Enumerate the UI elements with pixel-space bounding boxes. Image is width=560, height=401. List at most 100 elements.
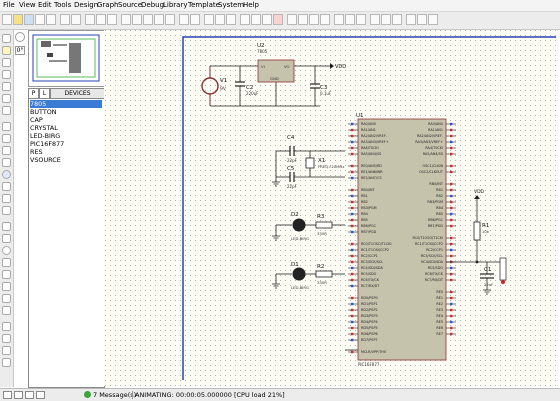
u1-pin-label: RE1/AN6/WR [361,170,383,174]
grid-icon[interactable] [96,14,106,25]
device-item-crystal[interactable]: CRYSTAL [30,124,58,132]
area-icon[interactable] [71,14,81,25]
voltage-probe-icon[interactable] [2,182,11,191]
print-icon[interactable] [60,14,70,25]
pause-button[interactable] [25,391,34,399]
device-item-res[interactable]: RES [30,148,43,156]
menu-graph[interactable]: Graph [97,1,118,9]
play-button[interactable] [3,391,12,399]
redo-icon[interactable] [190,14,200,25]
search-tag-icon[interactable] [345,14,355,25]
menu-system[interactable]: System [218,1,244,9]
menu-view[interactable]: View [19,1,36,9]
u1-pin-label: RB5 [361,218,368,222]
text-icon[interactable] [2,282,11,291]
current-probe-icon[interactable] [2,194,11,203]
graph-icon[interactable] [2,146,11,155]
box-icon[interactable] [2,234,11,243]
decompose-icon[interactable] [320,14,330,25]
subcircuit-icon[interactable] [2,106,11,115]
u2-part: 7805 [257,49,268,54]
open-folder-icon[interactable] [13,14,23,25]
arc-icon[interactable] [2,258,11,267]
device-item-button[interactable]: BUTTON [30,108,57,116]
netlist-to-ares-icon[interactable] [428,14,438,25]
pick-device-icon[interactable] [287,14,297,25]
message-count[interactable]: 7 Message(s) [93,391,136,399]
block-rotate-icon[interactable] [262,14,272,25]
path-icon[interactable] [2,270,11,279]
paste-icon[interactable] [226,14,236,25]
rotate-cw-icon[interactable] [2,322,11,331]
reset-button[interactable] [499,257,507,281]
device-item-pic16f877[interactable]: PIC16F877 [30,140,64,148]
tape-recorder-icon[interactable] [2,158,11,167]
mirror-y-icon[interactable] [2,358,11,367]
component-mode-icon[interactable] [2,46,11,55]
text-script-icon[interactable] [2,82,11,91]
marker-icon[interactable] [2,306,11,315]
undo-icon[interactable] [179,14,189,25]
copy-icon[interactable] [215,14,225,25]
bus-icon[interactable] [2,94,11,103]
new-sheet-icon[interactable] [370,14,380,25]
menu-design[interactable]: Design [74,1,98,9]
bill-of-materials-icon[interactable] [406,14,416,25]
pan-icon[interactable] [121,14,131,25]
selection-mode-icon[interactable] [2,34,11,43]
wire-label-icon[interactable] [2,70,11,79]
device-list[interactable]: 7805 BUTTON CAP CRYSTAL LED-BIRG PIC16F8… [28,98,105,388]
remove-sheet-icon[interactable] [381,14,391,25]
u1-pin-state [450,122,453,126]
menu-edit[interactable]: Edit [38,1,52,9]
circle-icon[interactable] [2,246,11,255]
wire-autorouter-icon[interactable] [334,14,344,25]
overview-window[interactable] [28,30,105,87]
stop-button[interactable] [36,391,45,399]
zoom-area-icon[interactable] [165,14,175,25]
block-delete-icon[interactable] [273,14,283,25]
export-icon[interactable] [46,14,56,25]
schematic-canvas[interactable]: V1 9V C2 220uF U2 7805 VI VO GND VDD C3 … [104,30,556,386]
step-button[interactable] [14,391,23,399]
angle-field[interactable]: 0° [15,46,25,55]
menu-tools[interactable]: Tools [54,1,71,9]
device-item-vsource[interactable]: VSOURCE [30,156,61,164]
device-pins-icon[interactable] [2,134,11,143]
zoom-in-icon[interactable] [132,14,142,25]
device-item-cap[interactable]: CAP [30,116,43,124]
u1-microcontroller[interactable]: U1 PIC16F877 RA0/AN0 RA1/AN1 RA2/AN2/VREF-… [348,113,456,367]
make-device-icon[interactable] [298,14,308,25]
save-icon[interactable] [24,14,34,25]
packaging-tool-icon[interactable] [309,14,319,25]
electrical-rule-check-icon[interactable] [417,14,427,25]
menu-debug[interactable]: Debug [141,1,164,9]
line-icon[interactable] [2,222,11,231]
menu-template[interactable]: Template [188,1,220,9]
block-move-icon[interactable] [251,14,261,25]
redraw-icon[interactable] [85,14,95,25]
zoom-all-icon[interactable] [154,14,164,25]
generator-icon[interactable] [2,170,11,179]
device-item-led-birg[interactable]: LED-BIRG [30,132,60,140]
new-file-icon[interactable] [2,14,12,25]
rotate-ccw-icon[interactable] [2,334,11,343]
menu-source[interactable]: Source [118,1,142,9]
exit-to-parent-icon[interactable] [392,14,402,25]
menu-library[interactable]: Library [163,1,187,9]
device-item-7805[interactable]: 7805 [30,100,102,108]
menu-file[interactable]: File [3,1,15,9]
property-assignment-icon[interactable] [356,14,366,25]
rotate-icon[interactable] [15,32,25,42]
junction-dot-icon[interactable] [2,58,11,67]
import-icon[interactable] [35,14,45,25]
mirror-x-icon[interactable] [2,346,11,355]
menu-help[interactable]: Help [243,1,259,9]
virtual-instruments-icon[interactable] [2,206,11,215]
origin-icon[interactable] [107,14,117,25]
zoom-out-icon[interactable] [143,14,153,25]
terminals-icon[interactable] [2,122,11,131]
cut-icon[interactable] [204,14,214,25]
block-copy-icon[interactable] [240,14,250,25]
symbol-icon[interactable] [2,294,11,303]
